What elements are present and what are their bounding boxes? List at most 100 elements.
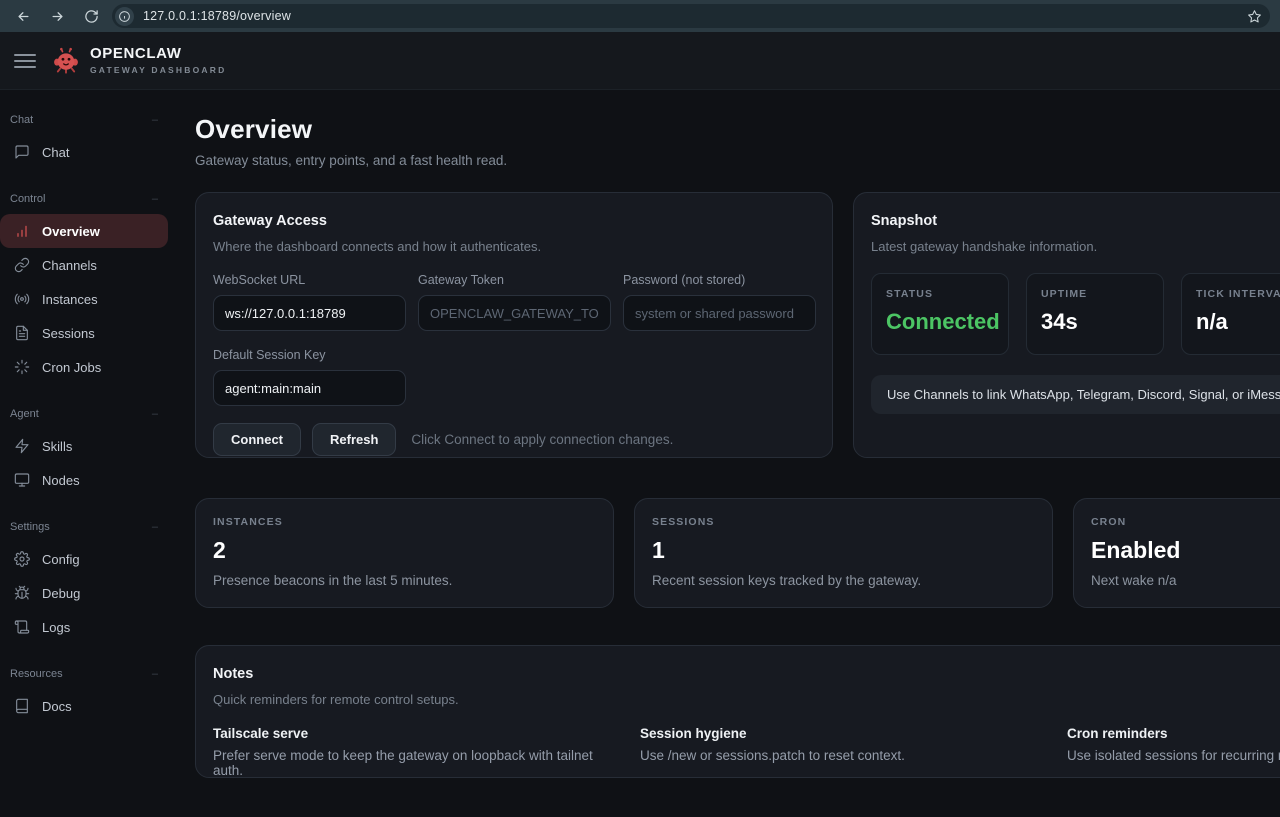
stat-label: UPTIME [1041, 288, 1149, 300]
connect-button[interactable]: Connect [213, 423, 301, 456]
stat-card-desc: Recent session keys tracked by the gatew… [652, 573, 1035, 588]
sidebar-item-config[interactable]: Config [0, 542, 168, 576]
bookmark-star-icon[interactable] [1242, 4, 1266, 28]
snapshot-stats: STATUS Connected UPTIME 34s TICK INTERVAL n/a [871, 273, 1280, 355]
brand: OPENCLAW GATEWAY DASHBOARD [52, 46, 226, 75]
sidebar-group-label: Agent– [0, 408, 176, 420]
sidebar-item-logs[interactable]: Logs [0, 610, 168, 644]
sidebar-group-settings: Settings–ConfigDebugLogs [0, 521, 176, 644]
connect-hint: Click Connect to apply connection change… [411, 432, 673, 447]
site-info-icon[interactable] [115, 7, 134, 26]
stat-label: STATUS [886, 288, 994, 300]
collapse-toggle[interactable]: – [152, 521, 158, 533]
sidebar-item-docs[interactable]: Docs [0, 689, 168, 723]
sidebar-item-instances[interactable]: Instances [0, 282, 168, 316]
sidebar-item-chat[interactable]: Chat [0, 135, 168, 169]
sidebar-item-label: Skills [42, 439, 72, 454]
sidebar-group-label: Chat– [0, 114, 176, 126]
browser-chrome: 127.0.0.1:18789/overview [0, 0, 1280, 32]
sidebar-item-label: Overview [42, 224, 100, 239]
snapshot-stat-uptime: UPTIME 34s [1026, 273, 1164, 355]
notes-grid: Tailscale serve Prefer serve mode to keep… [213, 726, 1280, 778]
app-header: OPENCLAW GATEWAY DASHBOARD [0, 32, 1280, 90]
sidebar-group-label: Control– [0, 193, 176, 205]
link-icon [14, 257, 30, 273]
scroll-icon [14, 619, 30, 635]
main-content: Overview Gateway status, entry points, a… [176, 90, 1280, 817]
stat-value: 34s [1041, 309, 1149, 335]
sidebar-item-channels[interactable]: Channels [0, 248, 168, 282]
hamburger-menu-button[interactable] [14, 50, 36, 72]
spinner-icon [14, 359, 30, 375]
note-title: Cron reminders [1067, 726, 1280, 741]
stat-value: Connected [886, 309, 994, 335]
gateway-access-card: Gateway Access Where the dashboard conne… [195, 192, 833, 458]
notes-card: Notes Quick reminders for remote control… [195, 645, 1280, 778]
gear-icon [14, 551, 30, 567]
snapshot-card: Snapshot Latest gateway handshake inform… [853, 192, 1280, 458]
snapshot-stat-tick-interval: TICK INTERVAL n/a [1181, 273, 1280, 355]
stat-card-sessions: SESSIONS 1 Recent session keys tracked by … [634, 498, 1053, 608]
refresh-button[interactable]: Refresh [312, 423, 396, 456]
reload-icon [84, 9, 99, 24]
bar-chart-icon [14, 223, 30, 239]
collapse-toggle[interactable]: – [152, 408, 158, 420]
sidebar-item-label: Chat [42, 145, 69, 160]
sidebar-item-sessions[interactable]: Sessions [0, 316, 168, 350]
sidebar-group-chat: Chat– Chat [0, 114, 176, 169]
session-key-input[interactable] [213, 370, 406, 406]
sidebar-item-cron-jobs[interactable]: Cron Jobs [0, 350, 168, 384]
snapshot-stat-status: STATUS Connected [871, 273, 1009, 355]
note-tailscale-serve: Tailscale serve Prefer serve mode to keep… [213, 726, 620, 778]
stat-cards-row: INSTANCES2Presence beacons in the last 5… [195, 498, 1280, 608]
note-desc: Prefer serve mode to keep the gateway on… [213, 748, 620, 778]
stat-value: n/a [1196, 309, 1280, 335]
channels-banner: Use Channels to link WhatsApp, Telegram,… [871, 375, 1280, 414]
note-title: Tailscale serve [213, 726, 620, 741]
arrow-right-icon [50, 9, 65, 24]
sidebar-item-overview[interactable]: Overview [0, 214, 168, 248]
sidebar: Chat– Chat Control– Overview Channels Instanc… [0, 90, 176, 817]
brand-subtitle: GATEWAY DASHBOARD [90, 65, 226, 75]
websocket-url-label: WebSocket URL [213, 273, 406, 287]
chat-icon [14, 144, 30, 160]
note-cron-reminders: Cron remindersUse isolated sessions for … [1067, 726, 1280, 778]
forward-button[interactable] [44, 3, 70, 29]
gateway-access-subtitle: Where the dashboard connects and how it … [213, 239, 815, 254]
notes-subtitle: Quick reminders for remote control setup… [213, 692, 1280, 707]
openclaw-crab-logo-icon [52, 47, 80, 75]
stat-card-label: SESSIONS [652, 516, 1035, 528]
address-bar[interactable]: 127.0.0.1:18789/overview [112, 4, 1270, 28]
stat-card-desc: Next wake n/a [1091, 573, 1280, 588]
brand-title: OPENCLAW [90, 46, 226, 63]
reload-button[interactable] [78, 3, 104, 29]
sidebar-group-agent: Agent– Skills Nodes [0, 408, 176, 497]
zap-icon [14, 438, 30, 454]
note-title: Session hygiene [640, 726, 1047, 741]
book-icon [14, 698, 30, 714]
sidebar-item-label: Docs [42, 699, 72, 714]
sidebar-item-label: Logs [42, 620, 70, 635]
page-subtitle: Gateway status, entry points, and a fast… [195, 153, 1280, 168]
stat-card-value: Enabled [1091, 537, 1280, 564]
stat-card-value: 1 [652, 537, 1035, 564]
sidebar-item-label: Channels [42, 258, 97, 273]
sidebar-item-label: Debug [42, 586, 80, 601]
back-button[interactable] [10, 3, 36, 29]
sidebar-item-debug[interactable]: Debug [0, 576, 168, 610]
websocket-url-input[interactable] [213, 295, 406, 331]
collapse-toggle[interactable]: – [152, 114, 158, 126]
collapse-toggle[interactable]: – [152, 668, 158, 680]
sidebar-item-skills[interactable]: Skills [0, 429, 168, 463]
sidebar-item-nodes[interactable]: Nodes [0, 463, 168, 497]
stat-label: TICK INTERVAL [1196, 288, 1280, 300]
password-input[interactable] [623, 295, 816, 331]
session-key-label: Default Session Key [213, 348, 406, 362]
sidebar-item-label: Config [42, 552, 80, 567]
stat-card-cron: CRONEnabledNext wake n/a [1073, 498, 1280, 608]
stat-card-instances: INSTANCES2Presence beacons in the last 5… [195, 498, 614, 608]
snapshot-title: Snapshot [871, 213, 1280, 229]
collapse-toggle[interactable]: – [152, 193, 158, 205]
sidebar-item-label: Instances [42, 292, 98, 307]
gateway-token-input[interactable] [418, 295, 611, 331]
